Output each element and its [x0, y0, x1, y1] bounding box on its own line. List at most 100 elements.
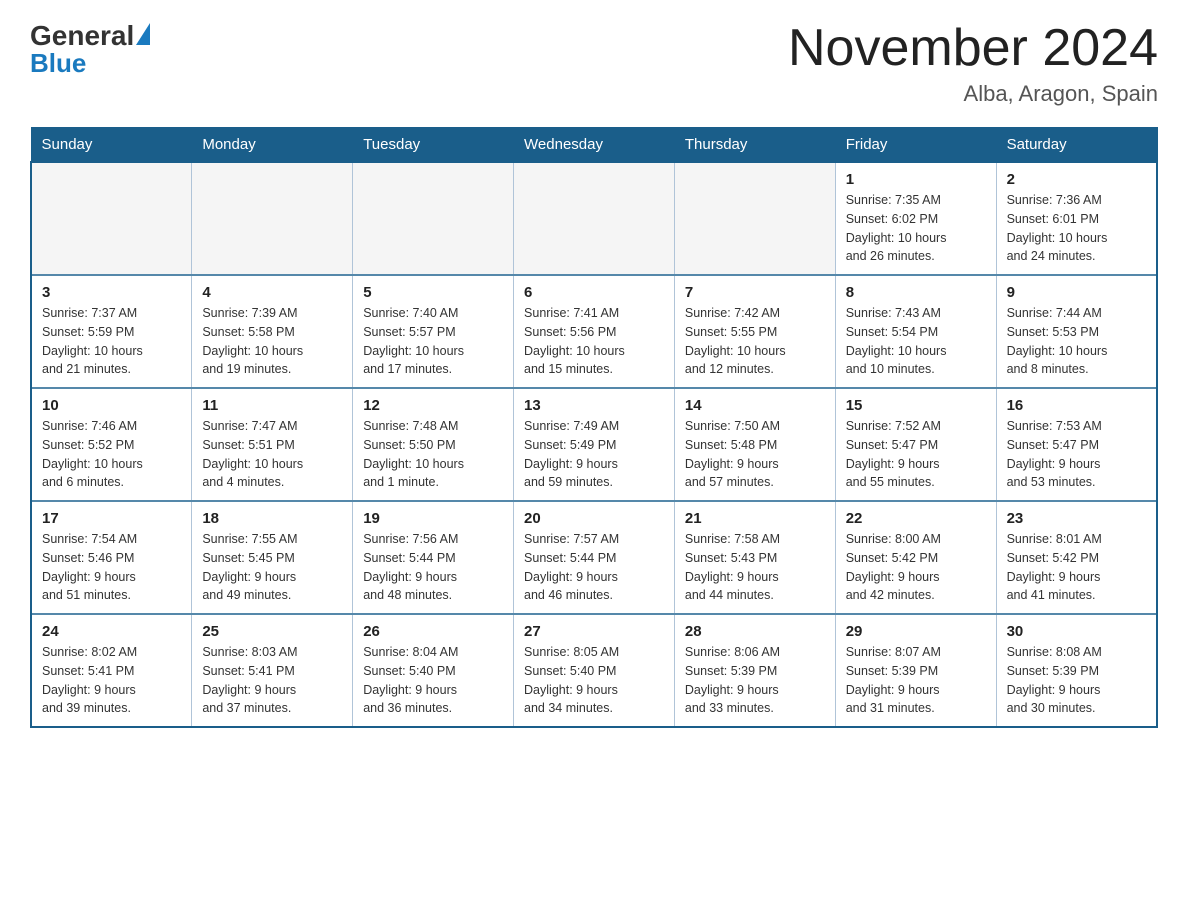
- day-info: Sunrise: 7:52 AMSunset: 5:47 PMDaylight:…: [846, 417, 986, 492]
- calendar-cell: 18 Sunrise: 7:55 AMSunset: 5:45 PMDayligh…: [192, 501, 353, 614]
- page-header: General Blue November 2024 Alba, Aragon,…: [30, 20, 1158, 107]
- calendar-cell: [31, 162, 192, 275]
- week-row-2: 3 Sunrise: 7:37 AMSunset: 5:59 PMDaylight…: [31, 275, 1157, 388]
- day-info: Sunrise: 7:57 AMSunset: 5:44 PMDaylight:…: [524, 530, 664, 605]
- calendar-cell: 20 Sunrise: 7:57 AMSunset: 5:44 PMDayligh…: [514, 501, 675, 614]
- title-block: November 2024 Alba, Aragon, Spain: [788, 20, 1158, 107]
- day-info: Sunrise: 7:47 AMSunset: 5:51 PMDaylight:…: [202, 417, 342, 492]
- calendar-cell: 17 Sunrise: 7:54 AMSunset: 5:46 PMDayligh…: [31, 501, 192, 614]
- day-number: 18: [202, 510, 342, 527]
- calendar-subtitle: Alba, Aragon, Spain: [788, 81, 1158, 107]
- calendar-cell: 12 Sunrise: 7:48 AMSunset: 5:50 PMDayligh…: [353, 388, 514, 501]
- calendar-cell: 4 Sunrise: 7:39 AMSunset: 5:58 PMDaylight…: [192, 275, 353, 388]
- day-info: Sunrise: 7:58 AMSunset: 5:43 PMDaylight:…: [685, 530, 825, 605]
- day-info: Sunrise: 8:01 AMSunset: 5:42 PMDaylight:…: [1007, 530, 1146, 605]
- calendar-cell: 16 Sunrise: 7:53 AMSunset: 5:47 PMDayligh…: [996, 388, 1157, 501]
- day-info: Sunrise: 8:03 AMSunset: 5:41 PMDaylight:…: [202, 643, 342, 718]
- calendar-cell: 15 Sunrise: 7:52 AMSunset: 5:47 PMDayligh…: [835, 388, 996, 501]
- day-number: 27: [524, 623, 664, 640]
- day-info: Sunrise: 7:44 AMSunset: 5:53 PMDaylight:…: [1007, 304, 1146, 379]
- day-number: 28: [685, 623, 825, 640]
- day-number: 30: [1007, 623, 1146, 640]
- calendar-cell: 10 Sunrise: 7:46 AMSunset: 5:52 PMDayligh…: [31, 388, 192, 501]
- calendar-cell: 29Sunrise: 8:07 AMSunset: 5:39 PMDayligh…: [835, 614, 996, 727]
- day-info: Sunrise: 7:39 AMSunset: 5:58 PMDaylight:…: [202, 304, 342, 379]
- calendar-cell: 11 Sunrise: 7:47 AMSunset: 5:51 PMDayligh…: [192, 388, 353, 501]
- day-number: 20: [524, 510, 664, 527]
- day-info: Sunrise: 7:55 AMSunset: 5:45 PMDaylight:…: [202, 530, 342, 605]
- calendar-cell: 30 Sunrise: 8:08 AMSunset: 5:39 PMDayligh…: [996, 614, 1157, 727]
- day-info: Sunrise: 7:43 AMSunset: 5:54 PMDaylight:…: [846, 304, 986, 379]
- calendar-cell: 13 Sunrise: 7:49 AMSunset: 5:49 PMDayligh…: [514, 388, 675, 501]
- calendar-cell: [192, 162, 353, 275]
- day-number: 3: [42, 284, 181, 301]
- day-number: 15: [846, 397, 986, 414]
- calendar-cell: 5Sunrise: 7:40 AMSunset: 5:57 PMDaylight…: [353, 275, 514, 388]
- day-number: 16: [1007, 397, 1146, 414]
- week-row-5: 24 Sunrise: 8:02 AMSunset: 5:41 PMDayligh…: [31, 614, 1157, 727]
- day-number: 25: [202, 623, 342, 640]
- calendar-cell: 1Sunrise: 7:35 AMSunset: 6:02 PMDaylight…: [835, 162, 996, 275]
- calendar-cell: 21 Sunrise: 7:58 AMSunset: 5:43 PMDayligh…: [674, 501, 835, 614]
- col-thursday: Thursday: [674, 128, 835, 163]
- day-info: Sunrise: 8:06 AMSunset: 5:39 PMDaylight:…: [685, 643, 825, 718]
- calendar-title: November 2024: [788, 20, 1158, 77]
- calendar-cell: 7 Sunrise: 7:42 AMSunset: 5:55 PMDaylight…: [674, 275, 835, 388]
- day-info: Sunrise: 7:36 AMSunset: 6:01 PMDaylight:…: [1007, 191, 1146, 266]
- calendar-header-row: Sunday Monday Tuesday Wednesday Thursday…: [31, 128, 1157, 163]
- day-number: 7: [685, 284, 825, 301]
- calendar-cell: 6Sunrise: 7:41 AMSunset: 5:56 PMDaylight…: [514, 275, 675, 388]
- day-number: 2: [1007, 171, 1146, 188]
- col-wednesday: Wednesday: [514, 128, 675, 163]
- day-number: 17: [42, 510, 181, 527]
- day-number: 8: [846, 284, 986, 301]
- day-number: 23: [1007, 510, 1146, 527]
- day-info: Sunrise: 7:49 AMSunset: 5:49 PMDaylight:…: [524, 417, 664, 492]
- calendar-cell: 9Sunrise: 7:44 AMSunset: 5:53 PMDaylight…: [996, 275, 1157, 388]
- day-info: Sunrise: 7:42 AMSunset: 5:55 PMDaylight:…: [685, 304, 825, 379]
- day-number: 6: [524, 284, 664, 301]
- day-info: Sunrise: 7:54 AMSunset: 5:46 PMDaylight:…: [42, 530, 181, 605]
- day-number: 29: [846, 623, 986, 640]
- day-number: 10: [42, 397, 181, 414]
- day-number: 4: [202, 284, 342, 301]
- day-info: Sunrise: 8:02 AMSunset: 5:41 PMDaylight:…: [42, 643, 181, 718]
- day-number: 24: [42, 623, 181, 640]
- col-friday: Friday: [835, 128, 996, 163]
- day-info: Sunrise: 8:04 AMSunset: 5:40 PMDaylight:…: [363, 643, 503, 718]
- week-row-1: 1Sunrise: 7:35 AMSunset: 6:02 PMDaylight…: [31, 162, 1157, 275]
- day-number: 22: [846, 510, 986, 527]
- week-row-4: 17 Sunrise: 7:54 AMSunset: 5:46 PMDayligh…: [31, 501, 1157, 614]
- day-info: Sunrise: 8:08 AMSunset: 5:39 PMDaylight:…: [1007, 643, 1146, 718]
- calendar-cell: 28 Sunrise: 8:06 AMSunset: 5:39 PMDayligh…: [674, 614, 835, 727]
- col-saturday: Saturday: [996, 128, 1157, 163]
- day-info: Sunrise: 7:50 AMSunset: 5:48 PMDaylight:…: [685, 417, 825, 492]
- day-number: 21: [685, 510, 825, 527]
- day-info: Sunrise: 7:37 AMSunset: 5:59 PMDaylight:…: [42, 304, 181, 379]
- day-info: Sunrise: 8:00 AMSunset: 5:42 PMDaylight:…: [846, 530, 986, 605]
- day-number: 1: [846, 171, 986, 188]
- logo-triangle-icon: [136, 23, 150, 45]
- calendar-cell: 19Sunrise: 7:56 AMSunset: 5:44 PMDayligh…: [353, 501, 514, 614]
- calendar-cell: [353, 162, 514, 275]
- day-info: Sunrise: 7:56 AMSunset: 5:44 PMDaylight:…: [363, 530, 503, 605]
- col-monday: Monday: [192, 128, 353, 163]
- day-info: Sunrise: 8:05 AMSunset: 5:40 PMDaylight:…: [524, 643, 664, 718]
- day-info: Sunrise: 7:46 AMSunset: 5:52 PMDaylight:…: [42, 417, 181, 492]
- day-number: 26: [363, 623, 503, 640]
- calendar-cell: 25 Sunrise: 8:03 AMSunset: 5:41 PMDayligh…: [192, 614, 353, 727]
- logo: General Blue: [30, 20, 150, 79]
- calendar-cell: [514, 162, 675, 275]
- col-tuesday: Tuesday: [353, 128, 514, 163]
- calendar-cell: [674, 162, 835, 275]
- day-number: 11: [202, 397, 342, 414]
- day-number: 14: [685, 397, 825, 414]
- day-info: Sunrise: 7:40 AMSunset: 5:57 PMDaylight:…: [363, 304, 503, 379]
- day-number: 13: [524, 397, 664, 414]
- week-row-3: 10 Sunrise: 7:46 AMSunset: 5:52 PMDayligh…: [31, 388, 1157, 501]
- calendar-cell: 14 Sunrise: 7:50 AMSunset: 5:48 PMDayligh…: [674, 388, 835, 501]
- day-info: Sunrise: 7:48 AMSunset: 5:50 PMDaylight:…: [363, 417, 503, 492]
- day-info: Sunrise: 7:53 AMSunset: 5:47 PMDaylight:…: [1007, 417, 1146, 492]
- calendar-cell: 3 Sunrise: 7:37 AMSunset: 5:59 PMDaylight…: [31, 275, 192, 388]
- day-number: 12: [363, 397, 503, 414]
